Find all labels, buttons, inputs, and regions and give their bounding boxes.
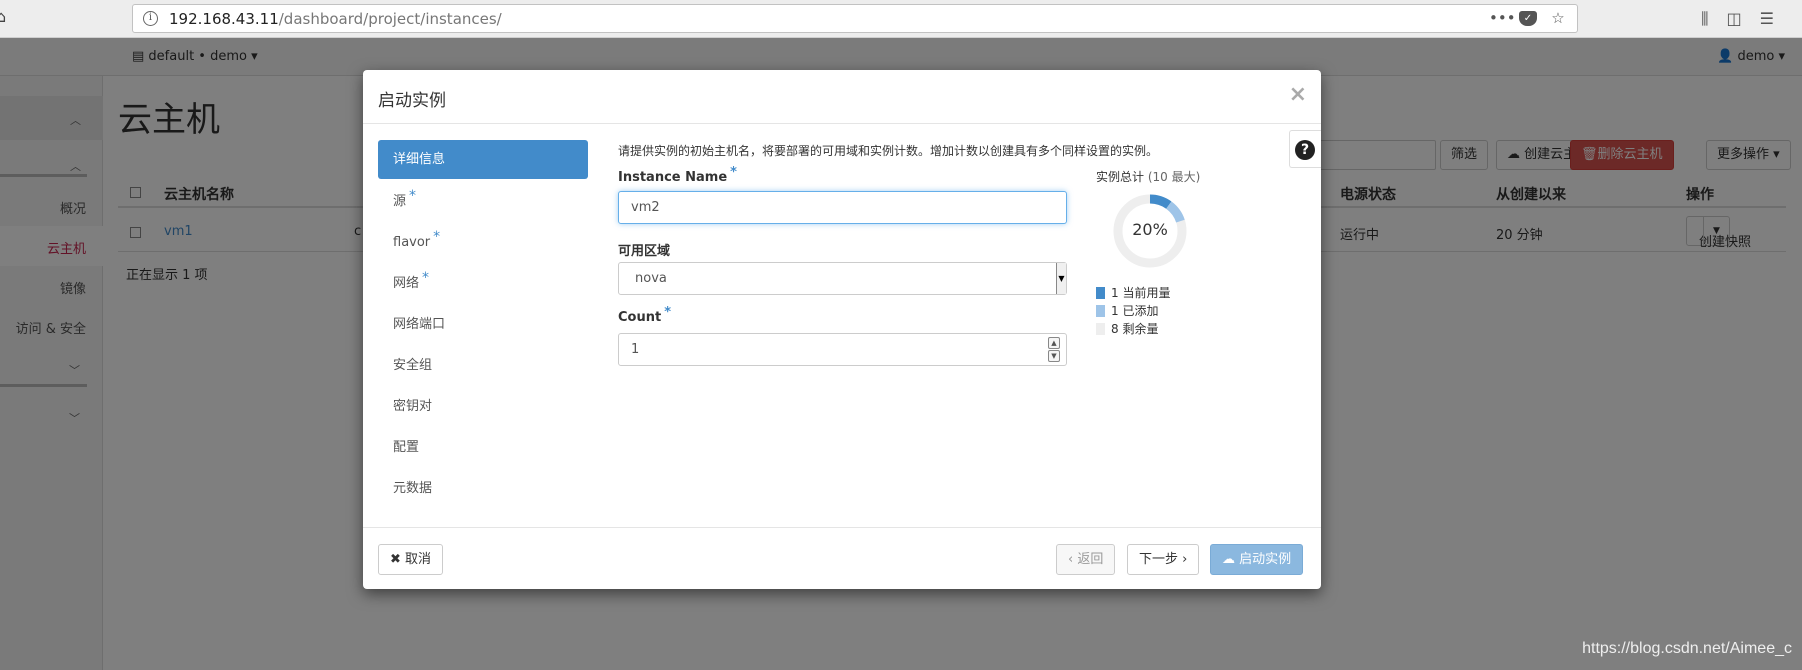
legend-swatch [1096, 304, 1105, 317]
browser-toolbar: ⌂ i 192.168.43.11/dashboard/project/inst… [0, 0, 1802, 38]
wizard-step-4[interactable]: 网络端口 [378, 304, 588, 345]
watermark: https://blog.csdn.net/Aimee_c [1582, 640, 1792, 657]
wizard-step-7[interactable]: 配置 [378, 427, 588, 468]
wizard-step-6[interactable]: 密钥对 [378, 386, 588, 427]
count-input[interactable]: 1 ▲ ▼ [618, 333, 1067, 366]
step-description: 请提供实例的初始主机名，将要部署的可用域和实例计数。增加计数以创建具有多个同样设… [618, 144, 1159, 158]
quota-percent: 20% [1132, 220, 1168, 239]
help-button[interactable]: ? [1289, 130, 1321, 168]
instance-name-label: Instance Name * [618, 165, 737, 185]
modal-title: 启动实例 [378, 91, 446, 111]
bookmark-star-icon[interactable]: ☆ [1549, 9, 1567, 27]
pocket-icon[interactable]: ✓ [1519, 10, 1537, 26]
wizard-step-5[interactable]: 安全组 [378, 345, 588, 386]
wizard-nav: 详细信息源 * flavor * 网络 * 网络端口 安全组 密钥对 配置 元数据 [378, 140, 588, 509]
more-actions-icon[interactable]: ••• [1489, 9, 1516, 27]
stepper-up-icon[interactable]: ▲ [1048, 337, 1060, 349]
menu-icon[interactable]: ☰ [1760, 9, 1774, 29]
close-icon[interactable]: × [1289, 82, 1307, 107]
cancel-button[interactable]: ✖ 取消 [378, 544, 444, 575]
availability-zone-label: 可用区域 [618, 244, 671, 259]
back-button[interactable]: ‹ 返回 [1056, 544, 1116, 575]
wizard-step-8[interactable]: 元数据 [378, 468, 588, 509]
quota-title: 实例总计 (10 最大) [1096, 170, 1201, 184]
url-text[interactable]: 192.168.43.11/dashboard/project/instance… [169, 10, 502, 28]
legend-added: 1 已添加 [1096, 302, 1170, 320]
sidebar-toggle-icon[interactable]: ◫ [1727, 9, 1742, 29]
wizard-step-3[interactable]: 网络 * [378, 263, 588, 304]
donut-added [1165, 201, 1185, 223]
dropdown-arrow-icon[interactable]: ▼ [1056, 263, 1066, 294]
count-label: Count * [618, 305, 672, 325]
required-marker: * [422, 270, 430, 286]
legend-current: 1 当前用量 [1096, 284, 1170, 302]
required-marker: * [409, 188, 417, 204]
help-icon: ? [1295, 140, 1315, 160]
home-icon[interactable]: ⌂ [0, 9, 10, 25]
donut-current [1149, 194, 1172, 209]
instance-name-input[interactable]: vm2 [618, 191, 1067, 224]
url-bar[interactable]: i 192.168.43.11/dashboard/project/instan… [132, 4, 1578, 33]
next-button[interactable]: 下一步 › [1127, 544, 1200, 575]
wizard-step-2[interactable]: flavor * [378, 222, 588, 263]
legend-swatch [1096, 322, 1105, 335]
launch-instance-button[interactable]: ☁ 启动实例 [1210, 544, 1304, 575]
quota-legend: 1 当前用量 1 已添加 8 剩余量 [1096, 284, 1170, 338]
instance-quota: 实例总计 (10 最大) 20% 1 当前用量 1 已添加 8 剩余量 [1096, 168, 1256, 336]
number-stepper[interactable]: ▲ ▼ [1048, 337, 1060, 362]
availability-zone-select[interactable]: nova ▼ [618, 262, 1067, 295]
modal-header: 启动实例 × [363, 70, 1321, 124]
wizard-step-1[interactable]: 源 * [378, 181, 588, 222]
info-icon[interactable]: i [143, 11, 158, 26]
modal-footer: ✖ 取消 ‹ 返回 下一步 › ☁ 启动实例 [363, 527, 1321, 589]
stepper-down-icon[interactable]: ▼ [1048, 350, 1060, 362]
launch-instance-modal: 启动实例 × ? 详细信息源 * flavor * 网络 * 网络端口 安全组 密钥对 配置 元数据… [363, 70, 1321, 589]
wizard-step-0[interactable]: 详细信息 [378, 140, 588, 179]
legend-remaining: 8 剩余量 [1096, 320, 1170, 338]
legend-swatch [1096, 286, 1105, 299]
required-marker: * [433, 229, 441, 245]
library-icon[interactable]: ⫼ [1701, 9, 1708, 29]
